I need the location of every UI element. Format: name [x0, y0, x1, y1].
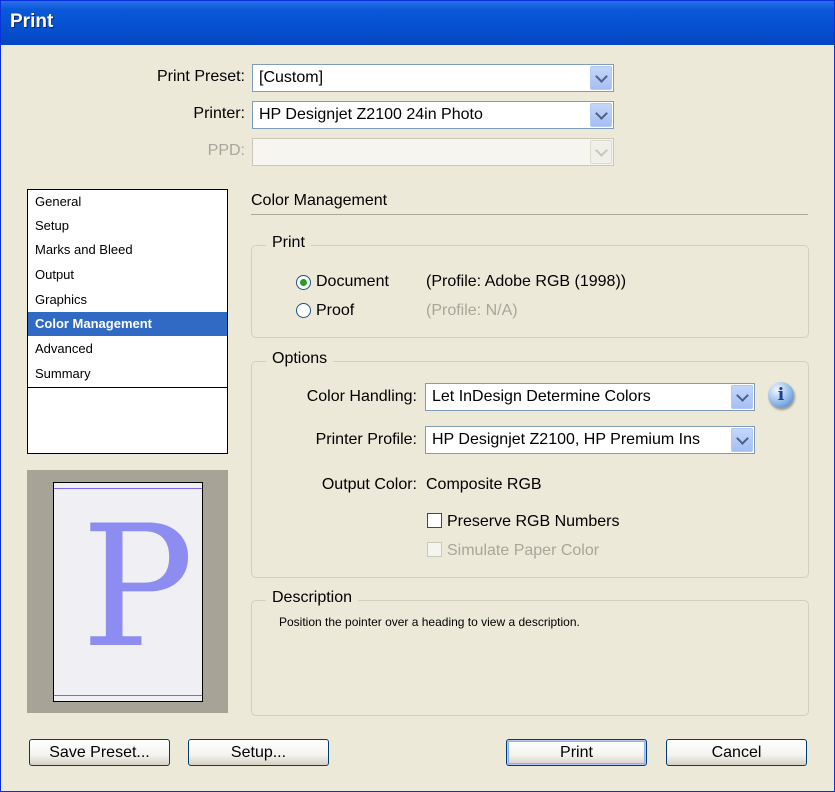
ppd-label: PPD:: [207, 142, 245, 159]
preview-page: P: [53, 482, 203, 702]
setup-button[interactable]: Setup...: [188, 739, 329, 766]
print-preset-value: [Custom]: [259, 69, 324, 86]
options-group-title: Options: [266, 350, 334, 368]
nav-item-graphics[interactable]: Graphics: [28, 288, 227, 312]
simulate-paper-label: Simulate Paper Color: [447, 542, 600, 559]
chevron-down-icon[interactable]: [731, 428, 753, 452]
nav-item-marks-and-bleed[interactable]: Marks and Bleed: [28, 238, 227, 262]
proof-profile-text: (Profile: N/A): [426, 302, 518, 319]
page-preview: P: [27, 470, 228, 713]
nav-item-color-management[interactable]: Color Management: [28, 312, 227, 336]
nav-item-summary[interactable]: Summary: [28, 362, 227, 386]
print-preset-label: Print Preset:: [156, 68, 245, 85]
color-handling-value: Let InDesign Determine Colors: [432, 388, 651, 405]
ppd-select: [252, 138, 614, 166]
chevron-down-icon[interactable]: [590, 66, 612, 90]
print-button[interactable]: Print: [506, 739, 647, 766]
title-bar[interactable]: Print: [1, 1, 834, 45]
output-color-value: Composite RGB: [426, 476, 542, 493]
chevron-down-icon[interactable]: [590, 103, 612, 127]
preserve-rgb-label[interactable]: Preserve RGB Numbers: [447, 513, 620, 531]
description-text: Position the pointer over a heading to v…: [279, 615, 580, 629]
preview-letter: P: [81, 489, 195, 685]
nav-item-general[interactable]: General: [28, 190, 227, 214]
document-radio[interactable]: [296, 275, 311, 290]
printer-select[interactable]: HP Designjet Z2100 24in Photo: [252, 101, 614, 129]
window-title: Print: [10, 11, 54, 32]
nav-item-output[interactable]: Output: [28, 263, 227, 287]
proof-radio[interactable]: [296, 303, 311, 318]
print-group: Print: [251, 234, 809, 338]
simulate-paper-checkbox: [427, 542, 442, 557]
printer-value: HP Designjet Z2100 24in Photo: [259, 106, 483, 123]
printer-label: Printer:: [193, 105, 245, 122]
preserve-rgb-checkbox[interactable]: [427, 513, 442, 528]
nav-item-advanced[interactable]: Advanced: [28, 337, 227, 361]
nav-item-setup[interactable]: Setup: [28, 214, 227, 238]
color-handling-select[interactable]: Let InDesign Determine Colors: [425, 383, 755, 411]
section-divider: [251, 214, 808, 215]
cancel-button[interactable]: Cancel: [666, 739, 807, 766]
printer-profile-select[interactable]: HP Designjet Z2100, HP Premium Ins: [425, 426, 755, 454]
output-color-label: Output Color:: [321, 476, 417, 493]
proof-radio-label[interactable]: Proof: [316, 302, 354, 320]
color-handling-label: Color Handling:: [306, 388, 417, 405]
printer-profile-value: HP Designjet Z2100, HP Premium Ins: [432, 431, 700, 448]
document-profile-text: (Profile: Adobe RGB (1998)): [426, 273, 627, 290]
document-radio-label[interactable]: Document: [316, 273, 389, 291]
save-preset-button[interactable]: Save Preset...: [29, 739, 170, 766]
info-icon[interactable]: i: [768, 382, 794, 408]
chevron-down-icon: [590, 140, 612, 164]
print-dialog: Print Print Preset: [Custom] Printer: HP…: [0, 0, 835, 792]
chevron-down-icon[interactable]: [731, 385, 753, 409]
description-group-title: Description: [266, 589, 359, 607]
print-preset-select[interactable]: [Custom]: [252, 64, 614, 92]
print-group-title: Print: [266, 234, 311, 252]
section-title: Color Management: [251, 192, 388, 209]
category-list[interactable]: General Setup Marks and Bleed Output Gra…: [27, 189, 228, 454]
list-divider: [28, 387, 227, 388]
printer-profile-label: Printer Profile:: [315, 431, 417, 448]
